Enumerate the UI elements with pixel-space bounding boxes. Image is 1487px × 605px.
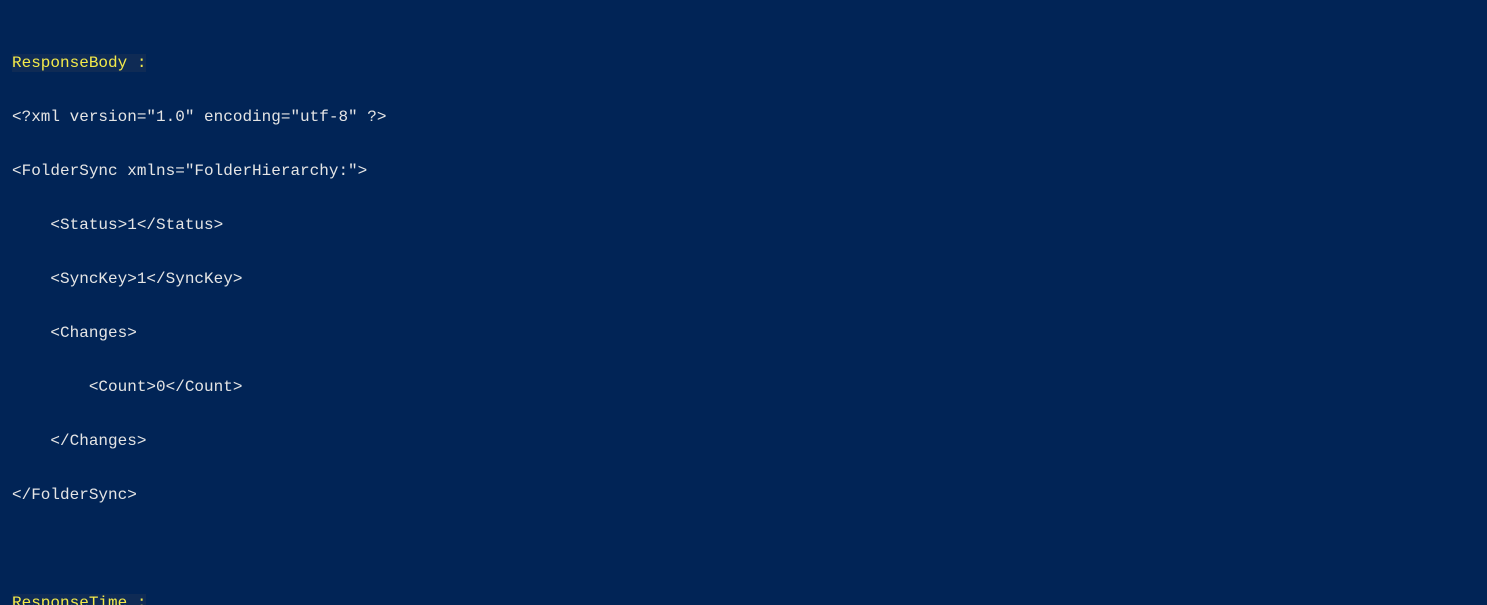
response-body-line: <?xml version="1.0" encoding="utf-8" ?> — [12, 108, 386, 126]
powershell-console[interactable]: ResponseBody : <?xml version="1.0" encod… — [0, 0, 1487, 605]
response-body-line: <FolderSync xmlns="FolderHierarchy:"> — [12, 162, 367, 180]
response-body-line: <Status>1</Status> — [12, 216, 223, 234]
response-body-line: </FolderSync> — [12, 486, 137, 504]
response-body-line: <SyncKey>1</SyncKey> — [12, 270, 242, 288]
response-body-line: <Count>0</Count> — [12, 378, 242, 396]
response-body-label: ResponseBody : — [12, 54, 146, 72]
response-time-label: ResponseTime : — [12, 594, 146, 605]
response-body-line: </Changes> — [12, 432, 146, 450]
response-body-line: <Changes> — [12, 324, 137, 342]
